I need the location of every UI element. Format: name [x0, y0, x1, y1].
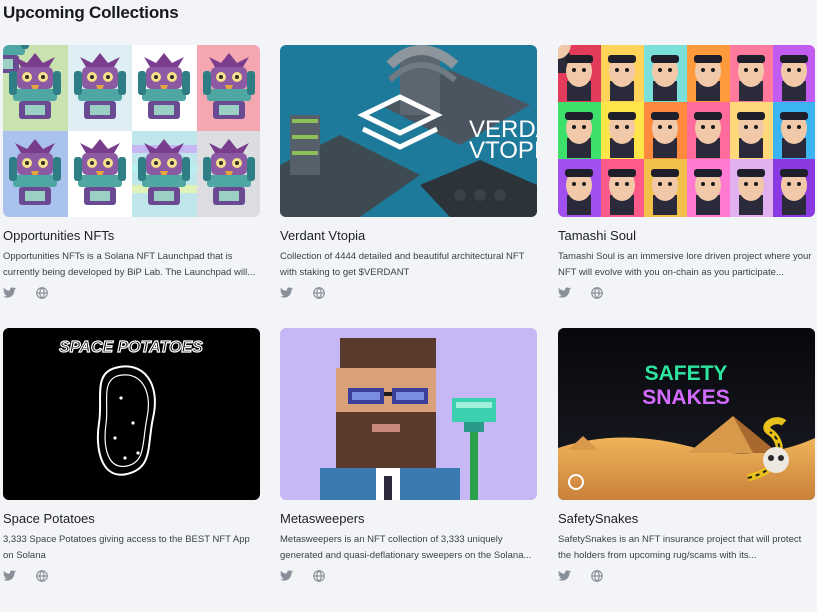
- collection-card[interactable]: SAFETY SNAKES SafetySnakes SafetySnakes …: [558, 328, 815, 584]
- collection-name[interactable]: Tamashi Soul: [558, 228, 815, 243]
- collection-image[interactable]: VERDANT VTOPIA: [280, 45, 537, 217]
- twitter-icon[interactable]: [3, 286, 17, 300]
- collection-image[interactable]: [280, 328, 537, 500]
- social-links: [3, 285, 260, 301]
- globe-icon[interactable]: [312, 286, 326, 300]
- globe-icon[interactable]: [312, 569, 326, 583]
- collection-card[interactable]: SPACE POTATOES Space Potatoes 3,333 Spac…: [3, 328, 260, 584]
- opportunities-image: [3, 45, 260, 217]
- safety-logo-text: SAFETY: [645, 362, 728, 385]
- globe-icon[interactable]: [590, 286, 604, 300]
- collection-card[interactable]: VERDANT VTOPIA Verdant Vtopia Collection…: [280, 45, 537, 301]
- globe-icon[interactable]: [35, 569, 49, 583]
- safetysnakes-image: SAFETY SNAKES: [558, 328, 815, 500]
- twitter-icon[interactable]: [280, 286, 294, 300]
- collection-description: Collection of 4444 detailed and beautifu…: [280, 251, 525, 278]
- tamashi-image: [558, 45, 815, 217]
- collection-name[interactable]: Space Potatoes: [3, 511, 260, 526]
- social-links: [3, 568, 260, 584]
- social-links: [558, 285, 815, 301]
- collection-description: SafetySnakes is an NFT insurance project…: [558, 534, 802, 561]
- collection-description: 3,333 Space Potatoes giving access to th…: [3, 534, 250, 561]
- snakes-logo-text: SNAKES: [642, 386, 730, 409]
- collection-card[interactable]: Tamashi Soul Tamashi Soul is an immersiv…: [558, 45, 815, 301]
- globe-icon[interactable]: [35, 286, 49, 300]
- twitter-icon[interactable]: [558, 569, 572, 583]
- space-potatoes-image: SPACE POTATOES: [3, 328, 260, 500]
- collection-image[interactable]: SPACE POTATOES: [3, 328, 260, 500]
- collection-image[interactable]: [3, 45, 260, 217]
- collection-image[interactable]: [558, 45, 815, 217]
- social-links: [280, 285, 537, 301]
- collection-image[interactable]: SAFETY SNAKES: [558, 328, 815, 500]
- social-links: [280, 568, 537, 584]
- collection-description: Opportunities NFTs is a Solana NFT Launc…: [3, 251, 256, 278]
- collection-card[interactable]: Opportunities NFTs Opportunities NFTs is…: [3, 45, 260, 301]
- collection-name[interactable]: SafetySnakes: [558, 511, 815, 526]
- space-potatoes-logo-text: SPACE POTATOES: [59, 339, 203, 356]
- collection-description: Tamashi Soul is an immersive lore driven…: [558, 251, 812, 278]
- collection-name[interactable]: Metasweepers: [280, 511, 537, 526]
- svg-text:VTOPIA: VTOPIA: [469, 137, 537, 164]
- social-links: [558, 568, 815, 584]
- collection-card[interactable]: Metasweepers Metasweepers is an NFT coll…: [280, 328, 537, 584]
- collection-name[interactable]: Opportunities NFTs: [3, 228, 260, 243]
- twitter-icon[interactable]: [3, 569, 17, 583]
- collection-description: Metasweepers is an NFT collection of 3,3…: [280, 534, 532, 561]
- twitter-icon[interactable]: [280, 569, 294, 583]
- twitter-icon[interactable]: [558, 286, 572, 300]
- metasweepers-image: [280, 328, 537, 500]
- globe-icon[interactable]: [590, 569, 604, 583]
- section-title: Upcoming Collections: [3, 3, 179, 22]
- collection-name[interactable]: Verdant Vtopia: [280, 228, 537, 243]
- verdant-image: VERDANT VTOPIA: [280, 45, 537, 217]
